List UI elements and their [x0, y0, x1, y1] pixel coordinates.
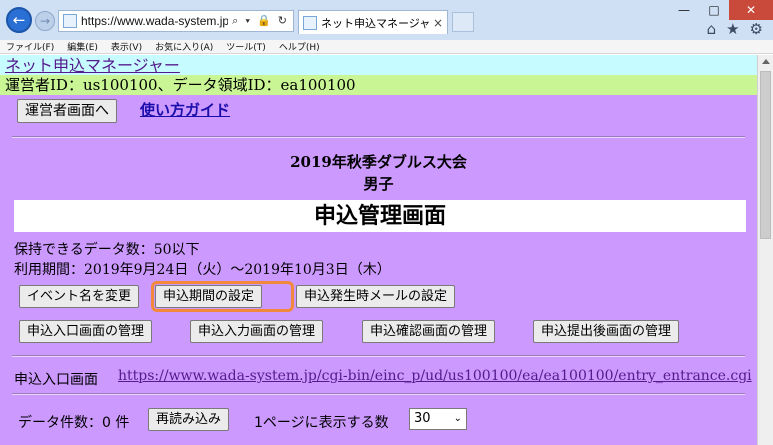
menu-edit[interactable]: 編集(E) [61, 40, 105, 53]
site-favicon-icon [63, 14, 77, 28]
rename-event-button[interactable]: イベント名を変更 [19, 285, 140, 308]
app-home-link[interactable]: ネット申込マネージャー [5, 56, 180, 75]
browser-tab[interactable]: ネット申込マネージャー 申込... × [298, 10, 448, 34]
set-period-button[interactable]: 申込期間の設定 [155, 285, 263, 308]
reload-button[interactable]: 再読み込み [148, 408, 230, 431]
menu-bar: ファイル(F) 編集(E) 表示(V) お気に入り(A) ツール(T) ヘルプ(… [0, 40, 773, 54]
page-content: ネット申込マネージャー 運営者ID：us100100、データ領域ID：ea100… [0, 55, 757, 445]
window-controls: — □ ✕ [669, 0, 773, 20]
input-screen-button[interactable]: 申込入力画面の管理 [190, 320, 324, 343]
app-banner: ネット申込マネージャー [0, 55, 757, 76]
event-title: 2019年秋季ダブルス大会 [290, 153, 467, 171]
menu-view[interactable]: 表示(V) [105, 40, 149, 53]
per-page-value: 30 [414, 411, 431, 426]
gear-icon[interactable]: ⚙ [750, 20, 763, 38]
scroll-thumb[interactable] [760, 71, 771, 239]
browser-right-icons: ⌂ ★ ⚙ [707, 20, 763, 38]
mail-settings-button[interactable]: 申込発生時メールの設定 [296, 285, 456, 308]
divider [12, 393, 745, 395]
address-url: https://www.wada-system.jp/cgi-bin/einc_ [81, 14, 229, 28]
entrance-screen-button[interactable]: 申込入口画面の管理 [19, 320, 153, 343]
entrance-label: 申込入口画面 [14, 372, 98, 388]
address-tools-icons[interactable]: ⌕ ▾ 🔒 ↻ [232, 14, 289, 28]
tab-favicon-icon [303, 15, 317, 30]
usage-guide-link[interactable]: 使い方ガイド [140, 99, 230, 120]
tab-title: ネット申込マネージャー 申込... [321, 16, 430, 30]
vertical-scrollbar[interactable] [757, 55, 773, 445]
divider [12, 355, 745, 357]
forward-arrow-icon[interactable]: → [35, 11, 55, 31]
menu-favorites[interactable]: お気に入り(A) [149, 40, 220, 53]
new-tab-button[interactable] [452, 12, 474, 32]
back-arrow-icon[interactable]: ← [6, 7, 32, 33]
minimize-icon[interactable]: — [669, 0, 699, 20]
address-bar[interactable]: https://www.wada-system.jp/cgi-bin/einc_… [58, 10, 294, 32]
chevron-down-icon: ⌄ [453, 413, 462, 424]
after-submit-screen-button[interactable]: 申込提出後画面の管理 [533, 320, 680, 343]
scroll-up-arrow-icon[interactable] [762, 59, 770, 64]
admin-screen-button[interactable]: 運営者画面へ [17, 99, 117, 123]
event-subtitle: 男子 [363, 175, 394, 193]
menu-tools[interactable]: ツール(T) [220, 40, 273, 53]
screen-title: 申込管理画面 [14, 200, 746, 232]
maximize-icon[interactable]: □ [699, 0, 729, 20]
per-page-label: 1ページに表示する数 [254, 415, 389, 431]
usage-period: 利用期間：2019年9月24日（火）〜2019年10月3日（木） [14, 262, 391, 278]
operator-info: 運営者ID：us100100、データ領域ID：ea100100 [0, 75, 757, 95]
browser-chrome: ← → https://www.wada-system.jp/cgi-bin/e… [0, 0, 773, 40]
storage-limit: 保持できるデータ数：50以下 [14, 242, 200, 258]
close-window-icon[interactable]: ✕ [729, 0, 773, 20]
home-icon[interactable]: ⌂ [707, 20, 717, 38]
tab-close-icon[interactable]: × [433, 16, 443, 30]
favorites-star-icon[interactable]: ★ [726, 20, 739, 38]
data-count: データ件数：0 件 [18, 415, 130, 431]
per-page-select[interactable]: 30 ⌄ [409, 408, 467, 430]
main-panel: 運営者画面へ 使い方ガイド 2019年秋季ダブルス大会 男子 申込管理画面 保持… [0, 95, 757, 445]
divider [12, 136, 745, 138]
confirm-screen-button[interactable]: 申込確認画面の管理 [362, 320, 496, 343]
menu-help[interactable]: ヘルプ(H) [273, 40, 327, 53]
entrance-url-link[interactable]: https://www.wada-system.jp/cgi-bin/einc_… [118, 368, 752, 384]
menu-file[interactable]: ファイル(F) [0, 40, 61, 53]
